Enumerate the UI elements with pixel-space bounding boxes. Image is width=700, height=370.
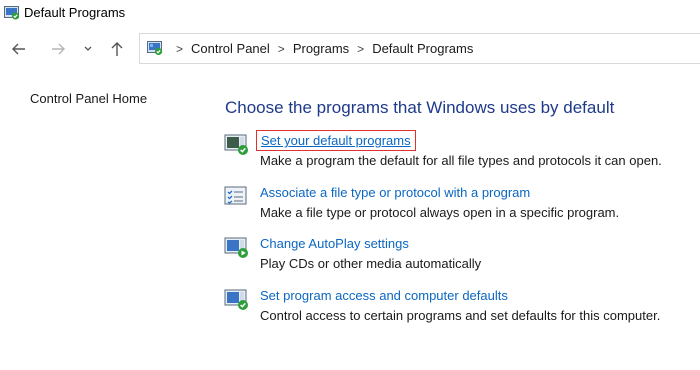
program-access-link[interactable]: Set program access and computer defaults [260,288,508,303]
up-arrow-icon [111,42,123,56]
breadcrumb-separator: > [357,41,365,56]
task-description: Make a program the default for all file … [260,153,662,168]
default-programs-icon [224,133,250,157]
breadcrumb-default-programs[interactable]: Default Programs [372,41,473,56]
control-panel-icon [147,41,163,61]
breadcrumb-control-panel[interactable]: Control Panel [191,41,270,56]
autoplay-icon [224,236,250,260]
task-description: Make a file type or protocol always open… [260,205,620,220]
forward-button[interactable] [47,38,69,60]
breadcrumb-programs[interactable]: Programs [293,41,349,56]
page-heading: Choose the programs that Windows uses by… [225,98,615,117]
file-association-icon [224,185,250,209]
back-arrow-icon [12,43,25,55]
associate-file-type-link[interactable]: Associate a file type or protocol with a… [260,185,530,200]
task-description: Play CDs or other media automatically [260,256,482,271]
task-description: Control access to certain programs and s… [260,308,661,323]
back-button[interactable] [8,38,30,60]
up-button[interactable] [106,38,128,60]
breadcrumb: > Control Panel > Programs > Default Pro… [168,34,473,63]
default-programs-app-icon [4,6,20,25]
forward-arrow-icon [52,43,65,55]
chevron-down-icon [84,46,92,51]
title-bar: Default Programs [0,0,700,26]
navigation-bar: > Control Panel > Programs > Default Pro… [0,30,700,68]
change-autoplay-link[interactable]: Change AutoPlay settings [260,236,409,251]
control-panel-home-link[interactable]: Control Panel Home [30,91,147,106]
address-bar[interactable]: > Control Panel > Programs > Default Pro… [139,33,700,64]
recent-locations-button[interactable] [80,38,102,60]
breadcrumb-separator: > [176,41,184,56]
breadcrumb-separator: > [277,41,285,56]
program-access-icon [224,288,250,312]
window-title: Default Programs [24,5,126,20]
set-default-programs-link[interactable]: Set your default programs [256,130,416,151]
